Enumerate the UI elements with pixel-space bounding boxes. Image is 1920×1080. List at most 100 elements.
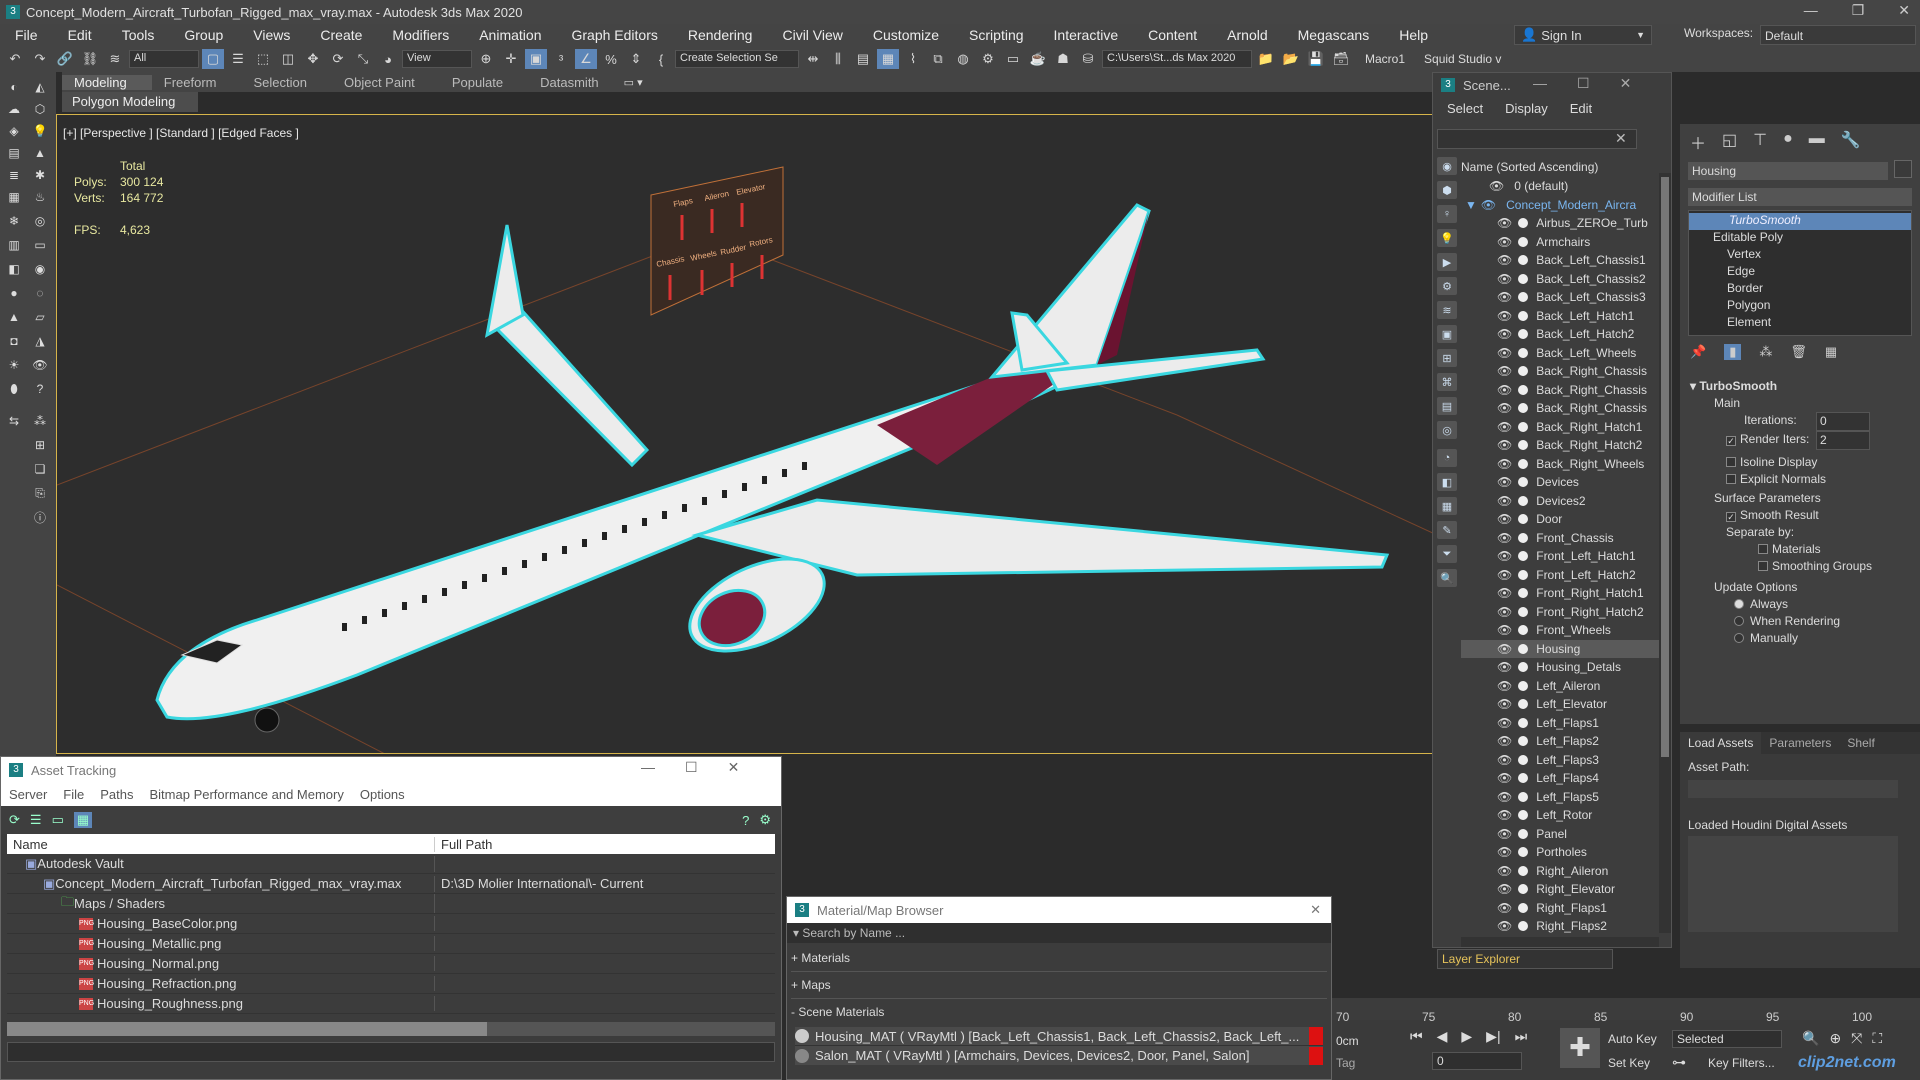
- material-browser-titlebar[interactable]: 3 Material/Map Browser ✕: [787, 897, 1331, 923]
- percent-snap-icon[interactable]: %: [600, 49, 622, 69]
- curve-editor-icon[interactable]: ⌇: [902, 49, 924, 69]
- filter-icon[interactable]: ⏷: [1437, 545, 1457, 563]
- minimize-icon[interactable]: —: [1804, 2, 1818, 19]
- section-maps[interactable]: + Maps: [791, 972, 1327, 999]
- render-iters-checkbox[interactable]: ✓: [1726, 436, 1736, 446]
- menu-file[interactable]: File: [0, 27, 53, 43]
- menu-group[interactable]: Group: [169, 27, 238, 43]
- scene-object-row[interactable]: 👁 Back_Left_Wheels: [1461, 344, 1659, 363]
- eye-icon[interactable]: 👁: [1497, 734, 1512, 748]
- display-bones-icon[interactable]: ⌘: [1437, 373, 1457, 391]
- scene-object-row[interactable]: 👁 Door: [1461, 510, 1659, 529]
- space-warp-icon[interactable]: ≣: [4, 166, 24, 184]
- scene-object-row[interactable]: 👁 Right_Flaps1: [1461, 899, 1659, 918]
- modifier-list-dropdown[interactable]: Modifier List: [1688, 188, 1912, 206]
- eye-icon[interactable]: 👁: [1497, 808, 1512, 822]
- zoom-extents-icon[interactable]: ⤧: [1851, 1030, 1862, 1047]
- scene-object-row[interactable]: 👁 Left_Flaps2: [1461, 732, 1659, 751]
- eye-icon[interactable]: 👁: [1497, 679, 1512, 693]
- scene-search-field[interactable]: [1437, 129, 1637, 149]
- maximize-icon[interactable]: ☐: [685, 759, 698, 776]
- maximize-viewport-icon[interactable]: ⛶: [1872, 1030, 1882, 1047]
- pivot-center-icon[interactable]: ⊕: [475, 49, 497, 69]
- display-groups-icon[interactable]: ▣: [1437, 325, 1457, 343]
- eye-icon[interactable]: 👁: [1497, 235, 1512, 249]
- scene-object-row[interactable]: 👁 Front_Right_Hatch1: [1461, 584, 1659, 603]
- eye-icon[interactable]: 👁: [1497, 272, 1512, 286]
- eye-icon[interactable]: 👁: [1497, 753, 1512, 767]
- close-icon[interactable]: ✕: [1310, 902, 1321, 918]
- eye-icon[interactable]: 👁: [1497, 568, 1512, 582]
- refresh-icon[interactable]: ⟳: [9, 812, 20, 828]
- column-full-path[interactable]: Full Path: [435, 837, 492, 852]
- modify-tab-icon[interactable]: ◱: [1722, 130, 1737, 154]
- ribbon-tab-modeling[interactable]: Modeling: [62, 74, 152, 90]
- eye-icon[interactable]: 👁: [1497, 549, 1512, 563]
- pyramid-icon[interactable]: ◮: [30, 332, 50, 350]
- close-icon[interactable]: ✕: [1898, 2, 1910, 19]
- scene-object-row[interactable]: 👁 Devices2: [1461, 492, 1659, 511]
- motion-tab-icon[interactable]: ●: [1783, 130, 1793, 154]
- expand-icon[interactable]: ▼: [1465, 198, 1477, 212]
- scene-object-row[interactable]: 👁 Left_Elevator: [1461, 695, 1659, 714]
- display-tab-icon[interactable]: ▬: [1809, 130, 1825, 154]
- scene-object-row[interactable]: 👁 Back_Left_Chassis1: [1461, 251, 1659, 270]
- clear-search-icon[interactable]: ✕: [1615, 130, 1627, 147]
- scene-object-row[interactable]: 👁 Front_Wheels: [1461, 621, 1659, 640]
- scene-object-row[interactable]: 👁 Front_Chassis: [1461, 529, 1659, 548]
- smoothing-groups-checkbox[interactable]: [1758, 561, 1768, 571]
- select-manipulate-icon[interactable]: ✛: [500, 49, 522, 69]
- object-properties-icon[interactable]: ▥: [4, 236, 24, 254]
- set-key-button[interactable]: Set Key: [1608, 1056, 1650, 1070]
- eye-icon[interactable]: 👁: [1497, 383, 1512, 397]
- cone-icon[interactable]: ▲: [4, 308, 24, 326]
- scene-object-row[interactable]: 👁 Front_Right_Hatch2: [1461, 603, 1659, 622]
- object-name-field[interactable]: Housing: [1688, 162, 1888, 180]
- ribbon-options-icon[interactable]: ▭ ▾: [624, 76, 643, 89]
- root-object-row[interactable]: ▼ 👁 Concept_Modern_Aircra: [1461, 195, 1659, 214]
- eye-icon[interactable]: 👁: [1497, 827, 1512, 841]
- menu-create[interactable]: Create: [305, 27, 377, 43]
- asset-menu-paths[interactable]: Paths: [100, 787, 133, 802]
- scene-object-row[interactable]: 👁 Housing: [1461, 639, 1659, 658]
- menu-edit[interactable]: Edit: [53, 27, 107, 43]
- display-none-icon[interactable]: ◉: [1437, 157, 1457, 175]
- menu-civil-view[interactable]: Civil View: [767, 27, 857, 43]
- scene-object-row[interactable]: 👁 Armchairs: [1461, 233, 1659, 252]
- table-view-icon[interactable]: ▦: [73, 812, 93, 828]
- material-row[interactable]: Housing_MAT ( VRayMtl ) [Back_Left_Chass…: [795, 1027, 1323, 1046]
- systems-icon[interactable]: ✱: [30, 166, 50, 184]
- asset-menu-file[interactable]: File: [63, 787, 84, 802]
- go-to-end-icon[interactable]: ⏭: [1515, 1028, 1528, 1045]
- render-production-icon[interactable]: ☗: [1052, 49, 1074, 69]
- asset-path-field[interactable]: [1688, 780, 1898, 798]
- create-tab-icon[interactable]: ＋: [1690, 130, 1706, 154]
- scene-object-row[interactable]: 👁 Airbus_ZEROe_Turb: [1461, 214, 1659, 233]
- scale-icon[interactable]: ⤡: [352, 49, 374, 69]
- asset-menu-server[interactable]: Server: [9, 787, 47, 802]
- menu-help[interactable]: Help: [1384, 27, 1443, 43]
- default-layer-row[interactable]: 👁 0 (default): [1461, 176, 1659, 195]
- menu-megascans[interactable]: Megascans: [1283, 27, 1385, 43]
- eye-icon[interactable]: 👁: [1497, 660, 1512, 674]
- unlink-icon[interactable]: ⛓: [79, 49, 101, 69]
- freeze-icon[interactable]: ❄: [4, 212, 24, 230]
- stack-border[interactable]: Border: [1689, 281, 1911, 298]
- eye-icon[interactable]: 👁: [1497, 438, 1512, 452]
- settings-icon[interactable]: ⚙: [759, 812, 771, 828]
- array-icon[interactable]: ⊞: [30, 436, 50, 454]
- eye-icon[interactable]: 👁: [1497, 512, 1512, 526]
- zoom-icon[interactable]: 🔍: [1802, 1030, 1819, 1047]
- macro-label[interactable]: Macro1: [1365, 52, 1405, 66]
- layer-explorer-dropdown[interactable]: Layer Explorer: [1437, 949, 1613, 969]
- loaded-assets-list[interactable]: [1688, 836, 1898, 932]
- display-spacewarps-icon[interactable]: ≋: [1437, 301, 1457, 319]
- scene-object-row[interactable]: 👁 Back_Right_Hatch1: [1461, 418, 1659, 437]
- display-helpers-icon[interactable]: ⚙: [1437, 277, 1457, 295]
- utilities-tab-icon[interactable]: 🔧: [1841, 130, 1861, 154]
- object-color-swatch[interactable]: [1894, 160, 1912, 178]
- show-end-result-icon[interactable]: ▮: [1724, 344, 1742, 360]
- teapot-icon[interactable]: ♨: [30, 188, 50, 206]
- display-dependents-icon[interactable]: ▦: [1437, 497, 1457, 515]
- hierarchy-icon[interactable]: ◈: [4, 122, 24, 140]
